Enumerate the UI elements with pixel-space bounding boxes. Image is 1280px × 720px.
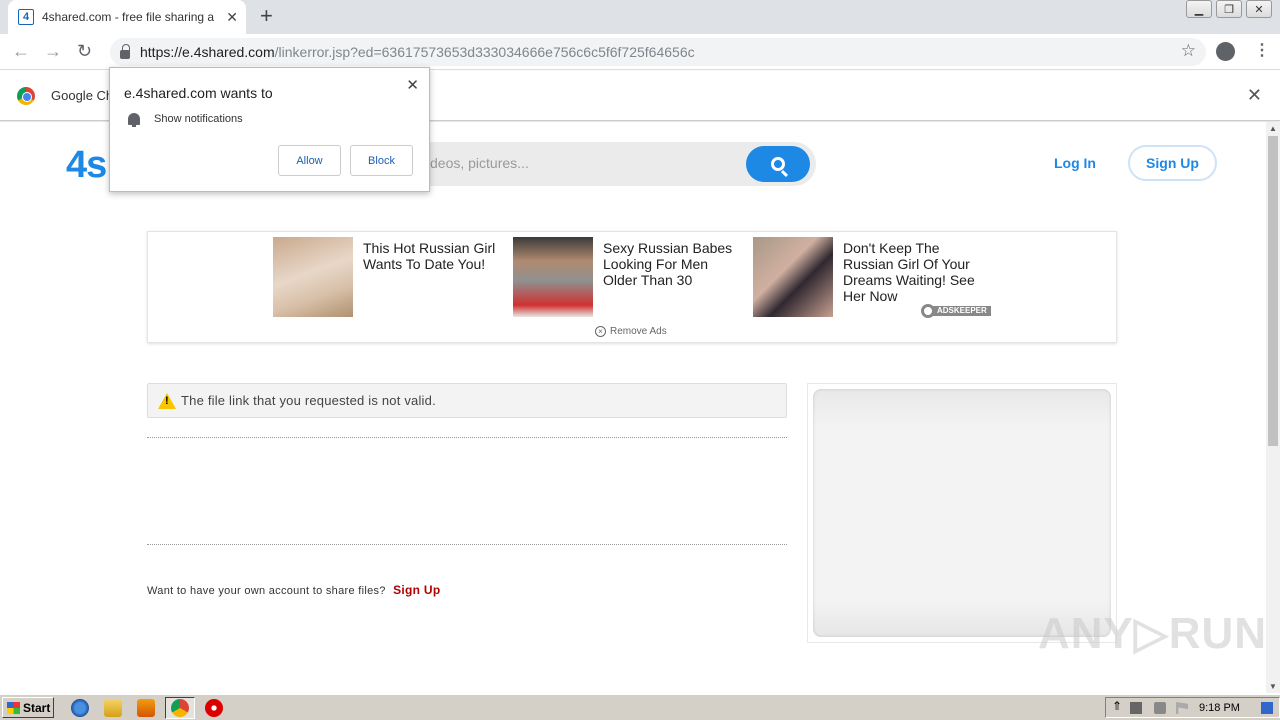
show-desktop-icon[interactable]: [1261, 702, 1273, 714]
window-controls: ▁ ❐ ✕: [1186, 0, 1272, 18]
signup-cta: Want to have your own account to share f…: [147, 583, 441, 597]
search-placeholder: deos, pictures...: [430, 155, 529, 171]
stop-icon[interactable]: [205, 699, 223, 717]
start-label: Start: [23, 700, 51, 715]
remove-ads-label: Remove Ads: [610, 326, 667, 337]
block-button[interactable]: Block: [350, 145, 413, 176]
ad-block: This Hot Russian Girl Wants To Date You!…: [147, 231, 1117, 343]
cta-signup-link[interactable]: Sign Up: [393, 583, 440, 597]
reload-icon[interactable]: ↻: [77, 41, 92, 62]
tray-expand-icon[interactable]: ⇑: [1112, 699, 1124, 713]
new-tab-icon[interactable]: +: [260, 5, 273, 27]
remove-ads-link[interactable]: × Remove Ads: [595, 326, 667, 337]
infobar-text: Google Ch: [51, 88, 114, 103]
chrome-logo-icon: [17, 87, 35, 105]
start-button[interactable]: Start: [2, 697, 54, 718]
tab-strip: 4 4shared.com - free file sharing and s …: [0, 0, 1280, 34]
close-window-icon[interactable]: ✕: [1246, 0, 1272, 18]
taskbar: Start ⇑ 9:18 PM: [0, 694, 1280, 720]
ad-image[interactable]: [273, 237, 353, 317]
4shared-favicon-icon: 4: [18, 9, 34, 25]
error-message-box: The file link that you requested is not …: [147, 383, 787, 418]
bookmark-star-icon[interactable]: ☆: [1181, 41, 1196, 61]
chrome-icon: [171, 699, 189, 717]
bell-icon: [128, 113, 140, 127]
side-panel-placeholder: [813, 389, 1111, 637]
divider: [147, 437, 787, 438]
ad-item[interactable]: Sexy Russian Babes Looking For Men Older…: [513, 237, 743, 319]
allow-button[interactable]: Allow: [278, 145, 341, 176]
cta-text: Want to have your own account to share f…: [147, 585, 386, 597]
vertical-scrollbar[interactable]: ▲ ▼: [1266, 122, 1280, 693]
scroll-up-icon[interactable]: ▲: [1269, 124, 1277, 133]
search-icon: [771, 157, 785, 171]
address-bar[interactable]: https://e.4shared.com/linkerror.jsp?ed=6…: [110, 38, 1206, 66]
folder-icon[interactable]: [104, 699, 122, 717]
internet-explorer-icon[interactable]: [71, 699, 89, 717]
windows-logo-icon: [7, 701, 20, 714]
site-logo[interactable]: 4s: [66, 144, 107, 187]
network-icon[interactable]: [1130, 702, 1142, 714]
page-content: 4s deos, pictures... Log In Sign Up This…: [0, 122, 1266, 693]
popup-permission-text: Show notifications: [154, 113, 243, 125]
ad-text[interactable]: Sexy Russian Babes Looking For Men Older…: [603, 240, 745, 288]
ad-image[interactable]: [513, 237, 593, 317]
minimize-icon[interactable]: ▁: [1186, 0, 1212, 18]
restore-icon[interactable]: ❐: [1216, 0, 1242, 18]
lock-icon[interactable]: [120, 43, 130, 59]
signup-button[interactable]: Sign Up: [1128, 145, 1217, 181]
login-link[interactable]: Log In: [1054, 155, 1096, 171]
system-tray: ⇑ 9:18 PM: [1105, 697, 1280, 718]
warning-icon: [158, 392, 176, 409]
notification-permission-popup: e.4shared.com wants to ✕ Show notificati…: [109, 67, 430, 192]
back-icon[interactable]: ←: [12, 41, 30, 62]
popup-title: e.4shared.com wants to: [124, 85, 273, 101]
search-button[interactable]: [746, 146, 810, 182]
chrome-taskbar-button[interactable]: [165, 697, 195, 719]
scroll-thumb[interactable]: [1268, 136, 1278, 446]
side-panel: [807, 383, 1117, 643]
ad-item[interactable]: This Hot Russian Girl Wants To Date You!: [273, 237, 503, 319]
browser-toolbar: ← → ↻ https://e.4shared.com/linkerror.js…: [0, 34, 1280, 70]
menu-icon[interactable]: ⋮: [1254, 40, 1270, 60]
error-text: The file link that you requested is not …: [181, 393, 436, 408]
tab-title: 4shared.com - free file sharing and s: [42, 10, 214, 24]
media-player-icon[interactable]: [137, 699, 155, 717]
flag-icon[interactable]: [1176, 702, 1188, 714]
divider: [147, 544, 787, 545]
forward-icon[interactable]: →: [44, 41, 62, 62]
volume-icon[interactable]: [1154, 702, 1166, 714]
profile-icon[interactable]: [1216, 42, 1235, 61]
clock[interactable]: 9:18 PM: [1199, 702, 1240, 714]
popup-close-icon[interactable]: ✕: [406, 76, 419, 94]
scroll-down-icon[interactable]: ▼: [1269, 682, 1277, 691]
ad-image[interactable]: [753, 237, 833, 317]
url-host: https://e.4shared.com: [140, 44, 275, 60]
infobar-close-icon[interactable]: ✕: [1247, 85, 1262, 106]
browser-tab[interactable]: 4 4shared.com - free file sharing and s …: [8, 0, 246, 34]
anyrun-watermark: ANY▷RUN: [1038, 609, 1266, 658]
remove-ads-icon: ×: [595, 326, 606, 337]
adskeeper-label: ADSKEEPER: [933, 306, 991, 316]
ad-text[interactable]: Don't Keep The Russian Girl Of Your Drea…: [843, 240, 985, 304]
tab-close-icon[interactable]: ✕: [226, 9, 238, 26]
url-path: /linkerror.jsp?ed=63617573653d333034666e…: [274, 44, 695, 60]
adskeeper-logo[interactable]: ADSKEEPER: [921, 304, 991, 318]
ad-text[interactable]: This Hot Russian Girl Wants To Date You!: [363, 240, 505, 272]
